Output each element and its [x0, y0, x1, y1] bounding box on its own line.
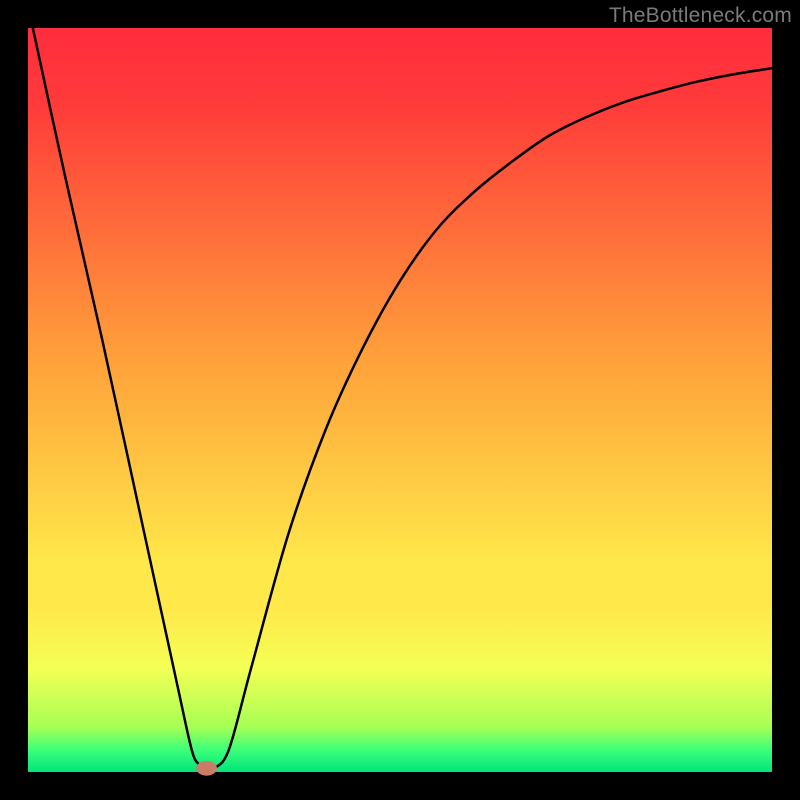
watermark-label: TheBottleneck.com	[609, 4, 792, 28]
chart-plot-area	[28, 28, 772, 772]
bottleneck-curve-svg	[28, 28, 772, 772]
bottleneck-curve-path	[28, 6, 772, 770]
optimum-marker	[196, 761, 217, 776]
